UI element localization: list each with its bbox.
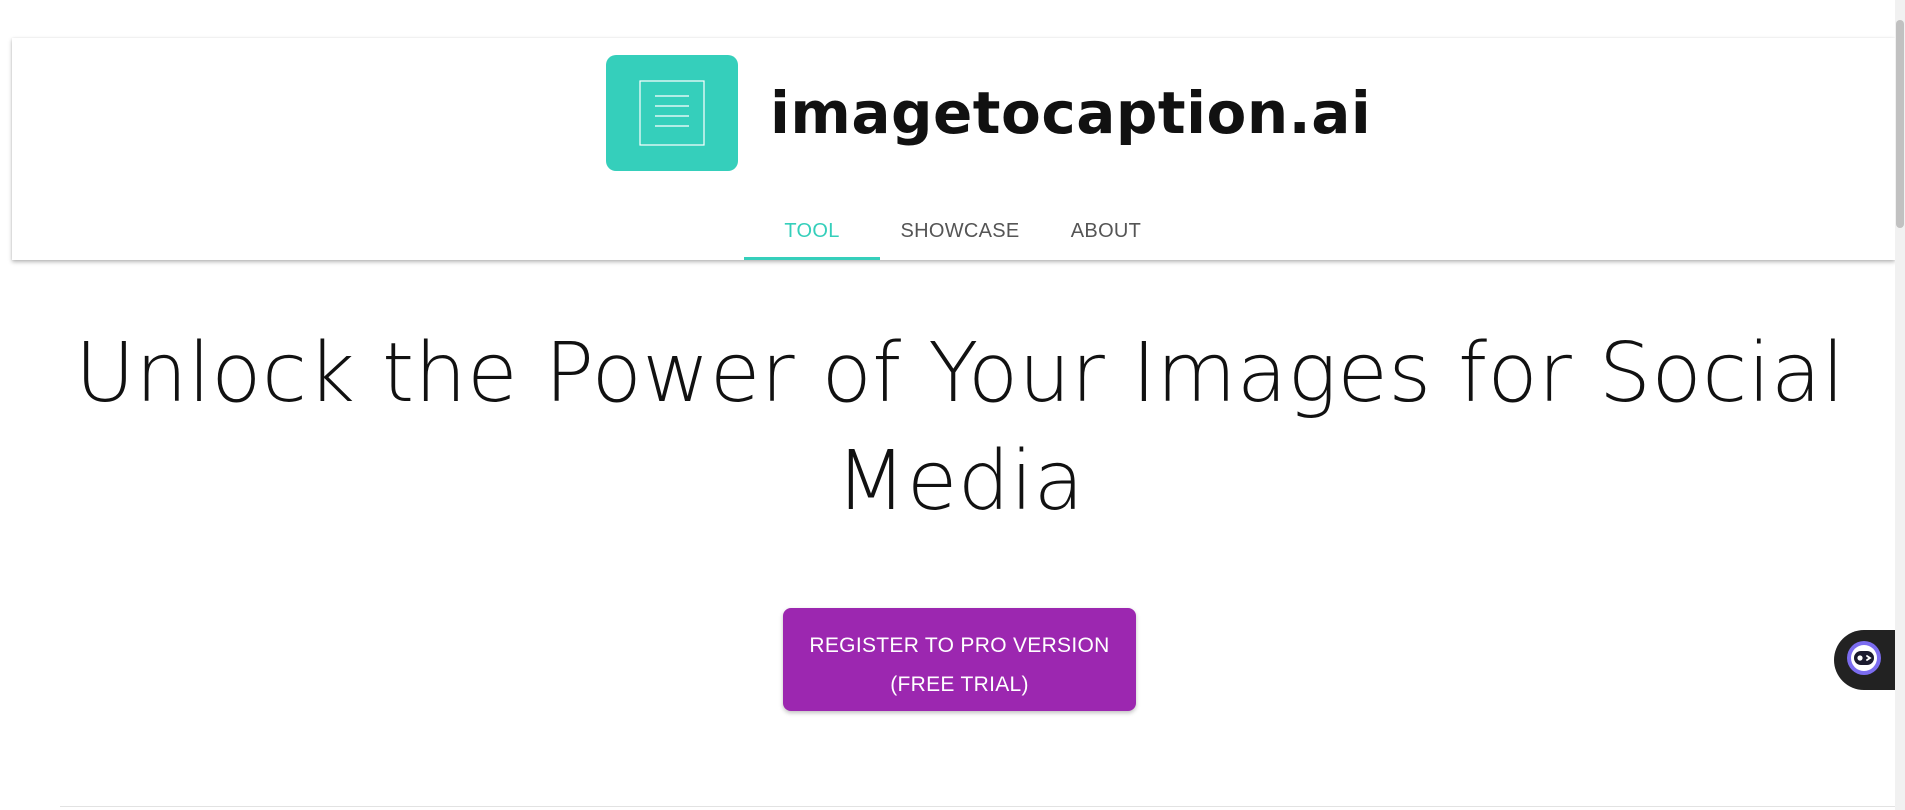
hero-line-1: Unlock the Power of Your Images for Soci… (74, 326, 1846, 421)
page-scrollbar[interactable] (1895, 0, 1905, 810)
brand[interactable]: imagetocaption.ai (606, 55, 1371, 171)
brand-name: imagetocaption.ai (770, 79, 1372, 147)
register-pro-button-label-2: (FREE TRIAL) (890, 673, 1029, 696)
section-divider (60, 806, 1895, 807)
scrollbar-thumb[interactable] (1896, 20, 1904, 228)
register-pro-button-label-1: REGISTER TO PRO VERSION (809, 634, 1110, 657)
tab-showcase[interactable]: SHOWCASE (880, 208, 1040, 260)
logo-icon (606, 55, 738, 171)
register-pro-button[interactable]: REGISTER TO PRO VERSION (FREE TRIAL) (783, 608, 1136, 711)
tab-tool[interactable]: TOOL (744, 208, 880, 260)
chat-bot-icon (1846, 640, 1882, 681)
nav-tabs: TOOL SHOWCASE ABOUT (744, 208, 1172, 260)
hero-line-2: Media (835, 434, 1085, 529)
tab-about[interactable]: ABOUT (1040, 208, 1172, 260)
page: imagetocaption.ai TOOL SHOWCASE ABOUT Un… (0, 0, 1905, 810)
site-header: imagetocaption.ai TOOL SHOWCASE ABOUT (12, 38, 1895, 260)
hero-heading: Unlock the Power of Your Images for Soci… (60, 320, 1860, 536)
